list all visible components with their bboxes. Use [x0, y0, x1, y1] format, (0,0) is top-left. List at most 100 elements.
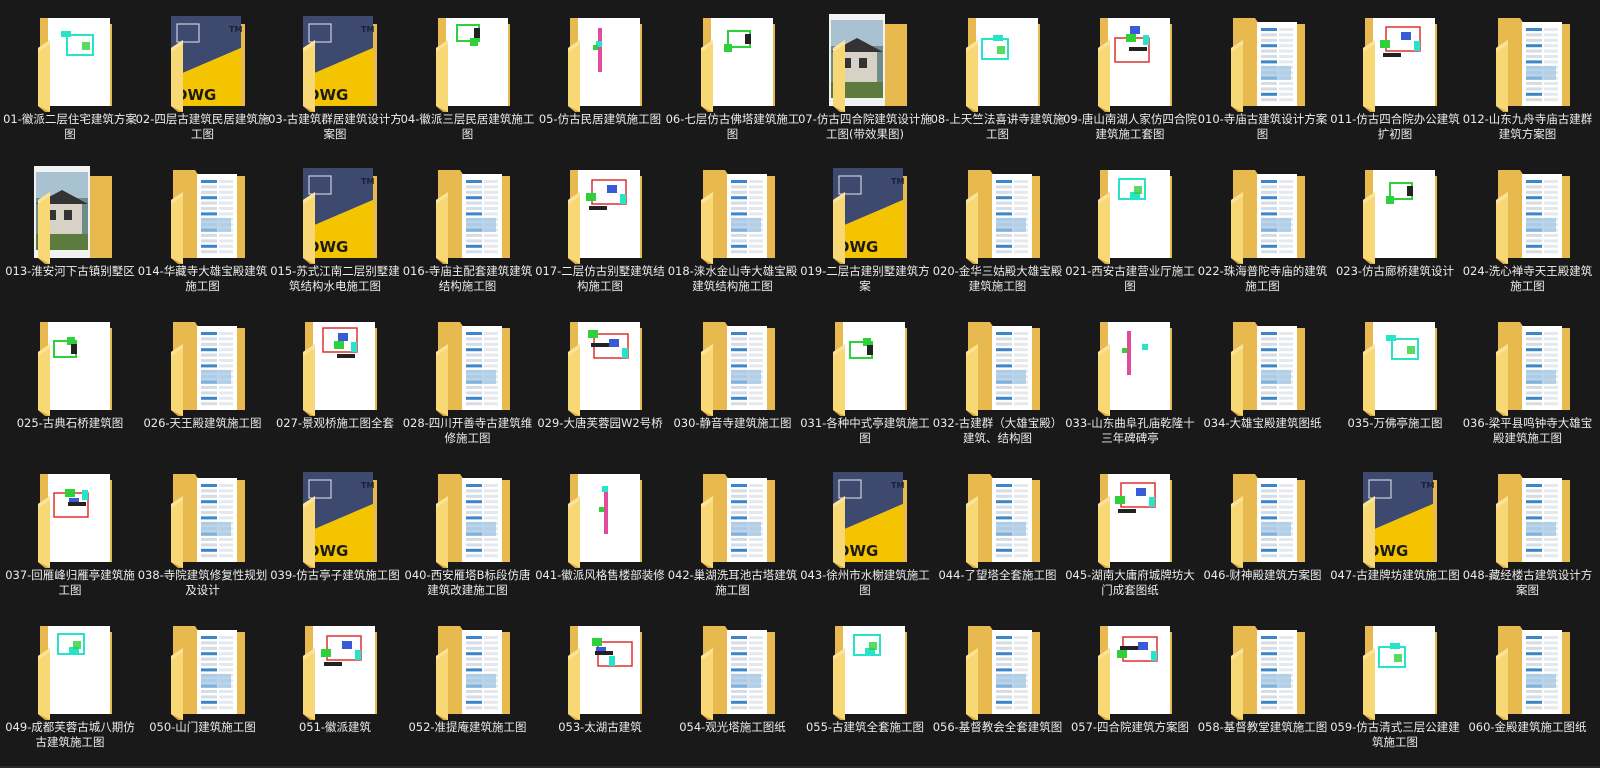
folder-label: 07-仿古四合院建筑设计施工图(带效果图)	[798, 112, 932, 141]
folder-item[interactable]: 040-西安雁塔B标段仿唐建筑改建施工图	[402, 464, 534, 614]
folder-label: 034-大雄宝殿建筑图纸	[1203, 416, 1322, 430]
folder-item[interactable]: 022-珠海普陀寺庙的建筑施工图	[1197, 160, 1329, 310]
folder-item[interactable]: TM DWG 043-徐州市水榭建筑施工图	[799, 464, 931, 614]
folder-icon	[402, 616, 534, 720]
svg-text:TM: TM	[361, 177, 374, 186]
folder-item[interactable]: 01-徽派二层住宅建筑方案图	[3, 8, 137, 158]
folder-icon	[534, 8, 666, 112]
folder-label: 05-仿古民居建筑施工图	[538, 112, 662, 126]
folder-item[interactable]: 012-山东九舟寺庙古建群建筑方案图	[1462, 8, 1594, 158]
folder-icon	[1462, 464, 1594, 568]
folder-icon	[269, 312, 401, 416]
folder-item[interactable]: 09-唐山南湖人家仿四合院建筑施工套图	[1063, 8, 1197, 158]
folder-icon	[1329, 312, 1461, 416]
folder-item[interactable]: 024-洗心禅寺天王殿建筑施工图	[1462, 160, 1594, 310]
folder-icon	[1197, 616, 1329, 720]
folder-icon: TM DWG	[799, 464, 931, 568]
folder-item[interactable]: 059-仿古清式三层公建建筑施工图	[1329, 616, 1461, 766]
folder-item[interactable]: 053-太湖古建筑	[534, 616, 666, 766]
folder-icon	[534, 160, 666, 264]
folder-item[interactable]: 052-准提庵建筑施工图	[402, 616, 534, 766]
folder-icon	[1197, 464, 1329, 568]
folder-item[interactable]: 021-西安古建营业厅施工图	[1064, 160, 1196, 310]
folder-item[interactable]: 07-仿古四合院建筑设计施工图(带效果图)	[798, 8, 932, 158]
folder-label: 050-山门建筑施工图	[149, 720, 256, 734]
folder-item[interactable]: 016-寺庙主配套建筑建筑结构施工图	[402, 160, 534, 310]
folder-item[interactable]: 014-华藏寺大雄宝殿建筑施工图	[137, 160, 269, 310]
folder-item[interactable]: TM DWG 019-二层古建别墅建筑方案	[799, 160, 931, 310]
folder-item[interactable]: 020-金华三姑殿大雄宝殿建筑施工图	[932, 160, 1064, 310]
folder-item[interactable]: 038-寺院建筑修复性规划及设计	[137, 464, 269, 614]
folder-item[interactable]: 035-万佛亭施工图	[1329, 312, 1461, 462]
folder-icon	[402, 464, 534, 568]
folder-item[interactable]: 055-古建筑全套施工图	[799, 616, 931, 766]
folder-label: 040-西安雁塔B标段仿唐建筑改建施工图	[404, 568, 531, 597]
folder-item[interactable]: 057-四合院建筑方案图	[1064, 616, 1196, 766]
folder-item[interactable]: 045-湖南大庸府城牌坊大门成套图纸	[1064, 464, 1196, 614]
folder-label: 054-观光塔施工图纸	[679, 720, 786, 734]
folder-item[interactable]: 033-山东曲阜孔庙乾隆十三年碑碑亭	[1064, 312, 1196, 462]
folder-item[interactable]: 030-静音寺建筑施工图	[667, 312, 799, 462]
folder-item[interactable]: 051-徽派建筑	[269, 616, 401, 766]
folder-item[interactable]: 041-徽派风格售楼部装修	[534, 464, 666, 614]
folder-item[interactable]: 048-藏经楼古建筑设计方案图	[1462, 464, 1594, 614]
folder-item[interactable]: 029-大唐芙蓉园W2号桥	[534, 312, 666, 462]
folder-item[interactable]: 025-古典石桥建筑图	[4, 312, 136, 462]
folder-label: 016-寺庙主配套建筑建筑结构施工图	[402, 264, 533, 293]
folder-item[interactable]: 04-徽派三层民居建筑施工图	[400, 8, 535, 158]
folder-label: 027-景观桥施工图全套	[275, 416, 395, 430]
folder-item[interactable]: 017-二层仿古别墅建筑结构施工图	[534, 160, 666, 310]
folder-label: 09-唐山南湖人家仿四合院建筑施工套图	[1063, 112, 1197, 141]
svg-text:TM: TM	[891, 481, 904, 490]
folder-item[interactable]: 056-基督教会全套建筑图	[932, 616, 1064, 766]
folder-item[interactable]: TM DWG 039-仿古亭子建筑施工图	[269, 464, 401, 614]
folder-item[interactable]: 027-景观桥施工图全套	[269, 312, 401, 462]
folder-item[interactable]: TM DWG 047-古建牌坊建筑施工图	[1329, 464, 1461, 614]
folder-icon: TM DWG	[269, 464, 401, 568]
folder-label: 036-梁平县鸣钟寺大雄宝殿建筑施工图	[1462, 416, 1593, 445]
folder-label: 046-财神殿建筑方案图	[1203, 568, 1322, 582]
folder-icon: TM DWG	[269, 160, 401, 264]
folder-item[interactable]: 028-四川开善寺古建筑维修施工图	[402, 312, 534, 462]
folder-item[interactable]: 058-基督教堂建筑施工图	[1197, 616, 1329, 766]
folder-icon	[4, 312, 136, 416]
folder-label: 048-藏经楼古建筑设计方案图	[1462, 568, 1593, 597]
folder-item[interactable]: TM DWG 03-古建筑群居建筑设计方案图	[268, 8, 402, 158]
folder-item[interactable]: 037-回雁峰归雁亭建筑施工图	[4, 464, 136, 614]
folder-label: 01-徽派二层住宅建筑方案图	[3, 112, 137, 141]
folder-icon	[1329, 8, 1461, 112]
folder-label: 010-寺庙古建筑设计方案图	[1197, 112, 1328, 141]
folder-item[interactable]: 034-大雄宝殿建筑图纸	[1197, 312, 1329, 462]
folder-item[interactable]: 023-仿古廊桥建筑设计	[1329, 160, 1461, 310]
svg-text:TM: TM	[891, 177, 904, 186]
folder-icon	[667, 616, 799, 720]
folder-item[interactable]: 013-淮安河下古镇别墅区	[4, 160, 136, 310]
folder-item[interactable]: 08-上天竺法喜讲寺建筑施工图	[931, 8, 1064, 158]
folder-item[interactable]: 05-仿古民居建筑施工图	[534, 8, 666, 158]
folder-icon	[1197, 312, 1329, 416]
folder-item[interactable]: 054-观光塔施工图纸	[667, 616, 799, 766]
folder-item[interactable]: 036-梁平县鸣钟寺大雄宝殿建筑施工图	[1462, 312, 1594, 462]
folder-icon	[667, 8, 799, 112]
folder-item[interactable]: 031-各种中式亭建筑施工图	[799, 312, 931, 462]
folder-icon	[534, 312, 666, 416]
folder-item[interactable]: TM DWG 02-四层古建筑民居建筑施工图	[136, 8, 269, 158]
folder-item[interactable]: 050-山门建筑施工图	[137, 616, 269, 766]
folder-item[interactable]: 018-涞水金山寺大雄宝殿建筑结构施工图	[667, 160, 799, 310]
folder-item[interactable]: TM DWG 015-苏式江南二层别墅建筑结构水电施工图	[269, 160, 401, 310]
folder-item[interactable]: 026-天王殿建筑施工图	[137, 312, 269, 462]
folder-item[interactable]: 049-成都芙蓉古城八期仿古建筑施工图	[4, 616, 136, 766]
folder-item[interactable]: 032-古建群（大雄宝殿）建筑、结构图	[932, 312, 1064, 462]
folder-item[interactable]: 046-财神殿建筑方案图	[1197, 464, 1329, 614]
folder-icon	[799, 616, 931, 720]
folder-item[interactable]: 060-金殿建筑施工图纸	[1462, 616, 1594, 766]
folder-item[interactable]: 042-巢湖洗耳池古塔建筑施工图	[667, 464, 799, 614]
folder-item[interactable]: 044-了望塔全套施工图	[932, 464, 1064, 614]
folder-item[interactable]: 010-寺庙古建筑设计方案图	[1197, 8, 1329, 158]
folder-item[interactable]: 011-仿古四合院办公建筑扩初图	[1329, 8, 1461, 158]
folder-icon	[1064, 8, 1196, 112]
folder-icon	[932, 312, 1064, 416]
folder-label: 04-徽派三层民居建筑施工图	[400, 112, 535, 141]
folder-item[interactable]: 06-七层仿古佛塔建筑施工图	[666, 8, 799, 158]
folder-icon	[1197, 8, 1329, 112]
